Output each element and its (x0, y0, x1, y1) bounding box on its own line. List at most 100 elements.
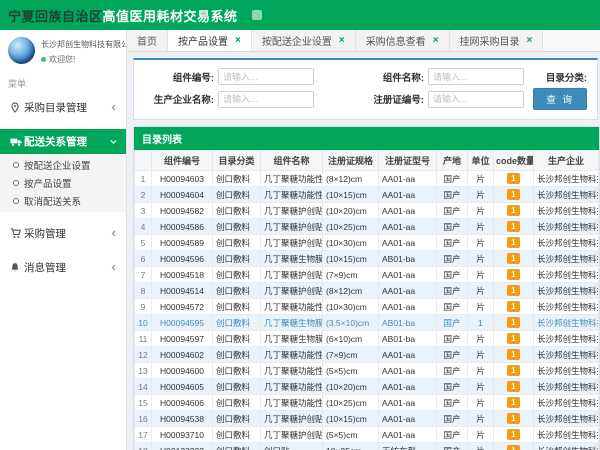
table-cell: 几丁聚糖功能性护 (261, 347, 323, 363)
content-area: 组件编号: 组件名称: 目录分类: 生产企业名称: 注册证编号: 查 询 目录列… (127, 52, 600, 450)
sidebar-toggle-icon[interactable] (252, 10, 262, 20)
sidebar-item-2[interactable]: 配送关系管理 (0, 129, 126, 154)
tab-5[interactable]: 挂网采购目录 × (450, 30, 544, 51)
table-cell: 片 (468, 187, 494, 203)
code-count-badge[interactable]: 1 (507, 413, 519, 425)
code-count-badge[interactable]: 1 (507, 397, 519, 409)
submenu-item[interactable]: 按配送企业设置 (0, 156, 126, 174)
tab-2[interactable]: 按产品设置× (168, 30, 252, 51)
table-row[interactable]: 3H00094582创口敷料几丁聚糖护创贴（(10×20)cmAA01-aa国产… (135, 203, 599, 219)
column-header: 组件名称 (261, 151, 323, 171)
table-cell: H00094600 (152, 363, 213, 379)
table-cell: 几丁聚糖功能性护 (261, 299, 323, 315)
table-cell: AA01-aa (379, 395, 437, 411)
sidebar-item-3[interactable]: 采购管理 (0, 221, 126, 246)
sidebar: 长沙邦创生物科技有限公司 欢迎您! 菜单 采购目录管理配送关系管理按配送企业设置… (0, 30, 127, 450)
table-cell: 国产 (437, 379, 468, 395)
code-count-badge[interactable]: 1 (507, 429, 519, 441)
sidebar-item-1[interactable]: 采购目录管理 (0, 95, 126, 120)
table-row[interactable]: 15H00094606创口敷料几丁聚糖功能性护(10×25)cmAA01-aa国… (135, 395, 599, 411)
submenu-item[interactable]: 取消配送关系 (0, 192, 126, 210)
table-cell: H00094589 (152, 235, 213, 251)
table-cell: 创口敷料 (213, 283, 261, 299)
table-row[interactable]: 10H00094595创口敷料几丁聚糖生物膜(3.5×10)cmAB01-ba国… (135, 315, 599, 331)
welcome-row: 欢迎您! (41, 54, 120, 65)
table-row[interactable]: 6H00094596创口敷料几丁聚糖生物膜(10×15)cmAB01-ba国产片… (135, 251, 599, 267)
table-cell: 国产 (437, 347, 468, 363)
code-count-cell: 1 (494, 203, 534, 219)
table-cell: 片 (468, 379, 494, 395)
app-title-system: 高值医用耗材交易系统 (103, 9, 238, 24)
table-cell: (7×9)cm (323, 347, 379, 363)
table-row[interactable]: 11H00094597创口敷料几丁聚糖生物膜(6×10)cmAB01-ba国产片… (135, 331, 599, 347)
table-row[interactable]: 5H00094589创口敷料几丁聚糖护创贴（(10×30)cmAA01-aa国产… (135, 235, 599, 251)
table-row[interactable]: 9H00094572创口敷料几丁聚糖功能性护(10×30)cmAA01-aa国产… (135, 299, 599, 315)
code-count-badge[interactable]: 1 (507, 445, 519, 450)
table-cell: 7 (135, 267, 152, 283)
code-count-cell: 1 (494, 219, 534, 235)
code-count-badge[interactable]: 1 (507, 269, 519, 281)
search-button[interactable]: 查 询 (533, 88, 587, 110)
code-count-badge[interactable]: 1 (507, 205, 519, 217)
code-count-badge[interactable]: 1 (507, 301, 519, 313)
code-count-badge[interactable]: 1 (507, 365, 519, 377)
table-row[interactable]: 13H00094600创口敷料几丁聚糖功能性护(5×5)cmAA01-aa国产片… (135, 363, 599, 379)
code-count-badge[interactable]: 1 (507, 237, 519, 249)
tab-label: 挂网采购目录 (460, 33, 520, 48)
table-cell: 片 (468, 283, 494, 299)
table-row[interactable]: 2H00094604创口敷料几丁聚糖功能性护(10×15)cmAA01-aa国产… (135, 187, 599, 203)
tab-close-icon[interactable]: × (235, 36, 241, 46)
table-row[interactable]: 17H00093710创口敷料几丁聚糖护创贴（(5×5)cmAA01-aa国产片… (135, 427, 599, 443)
code-count-badge[interactable]: 1 (507, 221, 519, 233)
table-cell: 长沙邦创生物科技有限公司 (534, 395, 599, 411)
code-count-badge[interactable]: 1 (507, 381, 519, 393)
tab-label: 首页 (137, 33, 157, 48)
sidebar-item-4[interactable]: 消息管理 (0, 255, 126, 280)
table-row[interactable]: 18H00122233创口敷料创口贴10×25cm无纺布型国产片1长沙邦创生物科… (135, 443, 599, 450)
code-count-badge[interactable]: 1 (507, 253, 519, 265)
table-row[interactable]: 12H00094602创口敷料几丁聚糖功能性护(7×9)cmAA01-aa国产片… (135, 347, 599, 363)
submenu-item-label: 按配送企业设置 (24, 158, 91, 172)
tab-close-icon[interactable]: × (527, 36, 533, 46)
code-count-badge[interactable]: 1 (507, 333, 519, 345)
map-pin-icon (10, 102, 24, 113)
code-count-cell: 1 (494, 395, 534, 411)
table-cell: H00094603 (152, 171, 213, 187)
table-cell: H00094596 (152, 251, 213, 267)
tab-3[interactable]: 按配送企业设置× (252, 30, 356, 51)
table-row[interactable]: 4H00094586创口敷料几丁聚糖护创贴（(10×25)cmAA01-aa国产… (135, 219, 599, 235)
table-row[interactable]: 8H00094514创口敷料几丁聚糖护创贴（(8×12)cmAA01-aa国产片… (135, 283, 599, 299)
table-cell: 几丁聚糖护创贴（ (261, 411, 323, 427)
avatar (8, 37, 35, 64)
table-row[interactable]: 16H00094538创口敷料几丁聚糖护创贴（(10×15)cmAA01-aa国… (135, 411, 599, 427)
code-count-cell: 1 (494, 251, 534, 267)
table-row[interactable]: 7H00094518创口敷料几丁聚糖护创贴（(7×9)cmAA01-aa国产片1… (135, 267, 599, 283)
sidebar-item-label: 采购目录管理 (24, 100, 110, 115)
table-cell: 6 (135, 251, 152, 267)
code-count-badge[interactable]: 1 (507, 349, 519, 361)
table-cell: (10×20)cm (323, 379, 379, 395)
tab-close-icon[interactable]: × (339, 36, 345, 46)
submenu-item[interactable]: 按产品设置 (0, 174, 126, 192)
code-count-badge[interactable]: 1 (507, 189, 519, 201)
table-cell: 长沙邦创生物科技有限公司 (534, 347, 599, 363)
table-row[interactable]: 1H00094603创口敷料几丁聚糖功能性护(8×12)cmAA01-aa国产片… (135, 171, 599, 187)
component-no-input[interactable] (218, 68, 314, 85)
cert-no-input[interactable] (428, 91, 524, 108)
table-cell: 创口敷料 (213, 379, 261, 395)
tab-1[interactable]: 首页 (127, 30, 168, 51)
table-cell: 片 (468, 267, 494, 283)
table-cell: 几丁聚糖护创贴（ (261, 427, 323, 443)
tab-4[interactable]: 采购信息查看× (356, 30, 450, 51)
table-row[interactable]: 14H00094605创口敷料几丁聚糖功能性护(10×20)cmAA01-aa国… (135, 379, 599, 395)
table-cell: 长沙邦创生物科技有限公司 (534, 171, 599, 187)
tab-close-icon[interactable]: × (433, 36, 439, 46)
code-count-badge[interactable]: 1 (507, 317, 519, 329)
manufacturer-input[interactable] (218, 91, 314, 108)
table-cell: 几丁聚糖生物膜 (261, 331, 323, 347)
table-cell: 长沙邦创生物科技有限公司 (534, 235, 599, 251)
component-name-input[interactable] (428, 68, 524, 85)
code-count-badge[interactable]: 1 (507, 173, 519, 185)
table-cell: 几丁聚糖护创贴（ (261, 267, 323, 283)
code-count-badge[interactable]: 1 (507, 285, 519, 297)
